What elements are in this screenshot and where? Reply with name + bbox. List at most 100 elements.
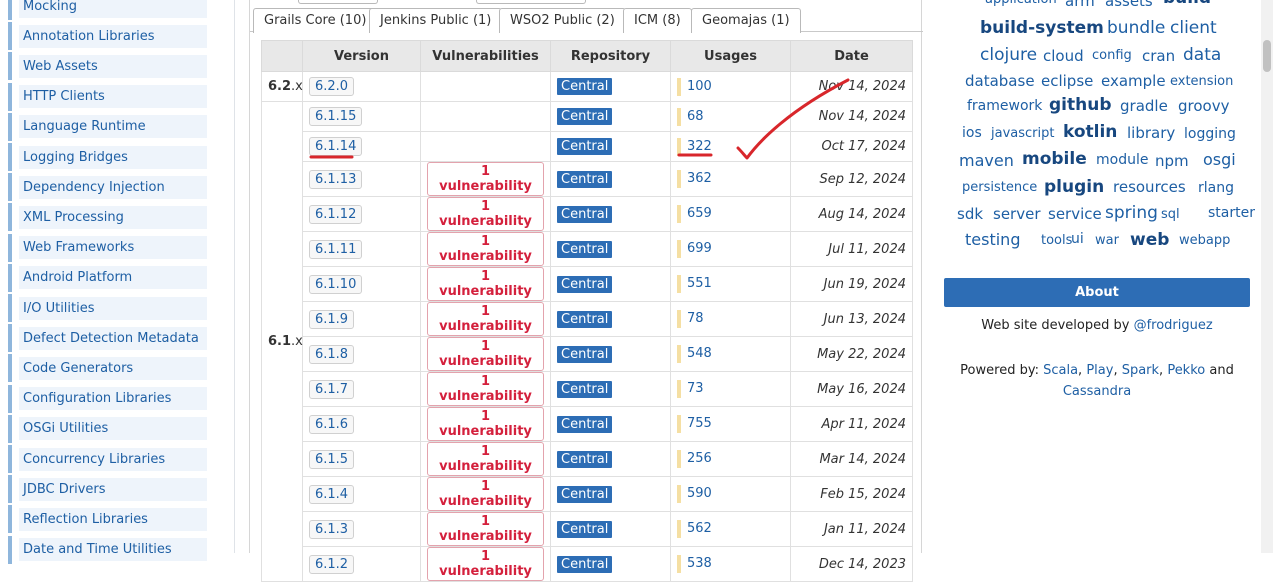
repository-badge[interactable]: Central <box>557 170 613 188</box>
tag-rlang[interactable]: rlang <box>1198 180 1234 196</box>
vulnerability-badge[interactable]: 1 vulnerability <box>427 337 544 371</box>
version-link[interactable]: 6.2.0 <box>309 77 355 96</box>
usages-link[interactable]: 538 <box>677 555 712 573</box>
page-scrollbar[interactable] <box>1261 0 1273 553</box>
tag-build[interactable]: build <box>1163 0 1211 8</box>
sidebar-item[interactable]: Web Assets <box>8 52 218 81</box>
tag-example[interactable]: example <box>1101 72 1166 90</box>
sidebar-item[interactable]: Date and Time Utilities <box>8 535 218 564</box>
tag-osgi[interactable]: osgi <box>1203 150 1236 169</box>
version-link[interactable]: 6.1.10 <box>309 274 363 294</box>
about-button[interactable]: About <box>944 278 1250 307</box>
sidebar-item[interactable]: OSGi Utilities <box>8 414 218 443</box>
version-link[interactable]: 6.1.11 <box>309 239 363 259</box>
sidebar-item[interactable]: Dependency Injection <box>8 173 218 202</box>
tag-service[interactable]: service <box>1048 205 1102 223</box>
vulnerability-badge[interactable]: 1 vulnerability <box>427 302 544 336</box>
sidebar-item[interactable]: XML Processing <box>8 203 218 232</box>
tab-geomajas[interactable]: Geomajas (1) <box>691 8 801 33</box>
version-link[interactable]: 6.1.7 <box>309 379 355 399</box>
tag-maven[interactable]: maven <box>959 151 1014 170</box>
tag-testing[interactable]: testing <box>965 230 1020 249</box>
version-link[interactable]: 6.1.6 <box>309 414 355 434</box>
version-link[interactable]: 6.1.8 <box>309 344 355 364</box>
link-pekko[interactable]: Pekko <box>1167 363 1205 378</box>
vulnerability-badge[interactable]: 1 vulnerability <box>427 442 544 476</box>
tag-persistence[interactable]: persistence <box>962 180 1037 195</box>
usages-link[interactable]: 256 <box>677 450 712 468</box>
repository-badge[interactable]: Central <box>557 78 613 95</box>
version-link[interactable]: 6.1.15 <box>309 107 363 126</box>
repository-badge[interactable]: Central <box>557 555 613 573</box>
tag-starter[interactable]: starter <box>1208 205 1255 221</box>
version-link[interactable]: 6.1.13 <box>309 169 363 189</box>
link-play[interactable]: Play <box>1086 363 1113 378</box>
tag-web[interactable]: web <box>1130 230 1169 250</box>
tag-library[interactable]: library <box>1127 124 1175 142</box>
tab-wso2-public[interactable]: WSO2 Public (2) <box>499 8 626 33</box>
sidebar-item[interactable]: Annotation Libraries <box>8 22 218 51</box>
tag-plugin[interactable]: plugin <box>1044 177 1104 197</box>
developer-link[interactable]: @frodriguez <box>1134 318 1213 333</box>
tag-assets[interactable]: assets <box>1105 0 1153 10</box>
tab-grails-core[interactable]: Grails Core (10) <box>253 8 378 33</box>
tag-module[interactable]: module <box>1096 152 1148 168</box>
tag-ios[interactable]: ios <box>962 125 982 141</box>
tag-application[interactable]: application <box>985 0 1057 7</box>
tag-sdk[interactable]: sdk <box>957 205 983 223</box>
usages-link[interactable]: 100 <box>677 77 712 96</box>
repository-badge[interactable]: Central <box>557 485 613 503</box>
tag-bundle[interactable]: bundle <box>1107 18 1165 38</box>
tag-config[interactable]: config <box>1092 48 1132 63</box>
tag-server[interactable]: server <box>993 205 1040 223</box>
vulnerability-badge[interactable]: 1 vulnerability <box>427 547 544 581</box>
tab-icm[interactable]: ICM (8) <box>623 8 692 33</box>
repository-badge[interactable]: Central <box>557 240 613 258</box>
repository-badge[interactable]: Central <box>557 310 613 328</box>
tag-ui[interactable]: ui <box>1071 231 1084 247</box>
usages-link[interactable]: 68 <box>677 107 704 126</box>
vulnerability-badge[interactable]: 1 vulnerability <box>427 372 544 406</box>
version-link[interactable]: 6.1.12 <box>309 204 363 224</box>
version-link[interactable]: 6.1.4 <box>309 484 355 504</box>
usages-link[interactable]: 548 <box>677 345 712 363</box>
sidebar-item[interactable]: I/O Utilities <box>8 294 218 322</box>
vulnerability-badge[interactable]: 1 vulnerability <box>427 407 544 441</box>
version-link[interactable]: 6.1.3 <box>309 519 355 539</box>
tag-groovy[interactable]: groovy <box>1178 97 1229 115</box>
tag-resources[interactable]: resources <box>1113 178 1186 196</box>
tag-data[interactable]: data <box>1183 45 1221 65</box>
repository-badge[interactable]: Central <box>557 345 613 363</box>
sidebar-item[interactable]: Reflection Libraries <box>8 505 218 534</box>
sidebar-item[interactable]: Logging Bridges <box>8 143 218 171</box>
tag-cloud[interactable]: cloud <box>1043 47 1084 65</box>
version-link[interactable]: 6.1.2 <box>309 554 355 574</box>
repository-badge[interactable]: Central <box>557 520 613 538</box>
version-link[interactable]: 6.1.5 <box>309 449 355 469</box>
vulnerability-badge[interactable]: 1 vulnerability <box>427 197 544 231</box>
link-scala[interactable]: Scala <box>1043 363 1078 378</box>
tag-clojure[interactable]: clojure <box>980 45 1037 65</box>
sidebar-item[interactable]: Configuration Libraries <box>8 384 218 413</box>
usages-link[interactable]: 590 <box>677 485 712 503</box>
usages-link[interactable]: 659 <box>677 205 712 223</box>
usages-link[interactable]: 562 <box>677 520 712 538</box>
scrollbar-thumb[interactable] <box>1263 40 1271 72</box>
tag-gradle[interactable]: gradle <box>1120 97 1168 115</box>
repository-badge[interactable]: Central <box>557 138 613 155</box>
usages-link[interactable]: 699 <box>677 240 712 258</box>
sidebar-item[interactable]: Concurrency Libraries <box>8 445 218 473</box>
tag-mobile[interactable]: mobile <box>1022 149 1087 169</box>
sidebar-item[interactable]: Defect Detection Metadata <box>8 324 218 353</box>
tag-eclipse[interactable]: eclipse <box>1041 72 1093 90</box>
usages-link[interactable]: 551 <box>677 275 712 293</box>
repository-badge[interactable]: Central <box>557 415 613 433</box>
usages-link[interactable]: 73 <box>677 380 704 398</box>
tag-client[interactable]: client <box>1170 18 1217 38</box>
usages-link[interactable]: 755 <box>677 415 712 433</box>
repository-badge[interactable]: Central <box>557 380 613 398</box>
tag-cran[interactable]: cran <box>1142 47 1175 65</box>
tag-framework[interactable]: framework <box>967 98 1042 114</box>
usages-link[interactable]: 322 <box>677 137 712 156</box>
usages-link[interactable]: 362 <box>677 170 712 188</box>
